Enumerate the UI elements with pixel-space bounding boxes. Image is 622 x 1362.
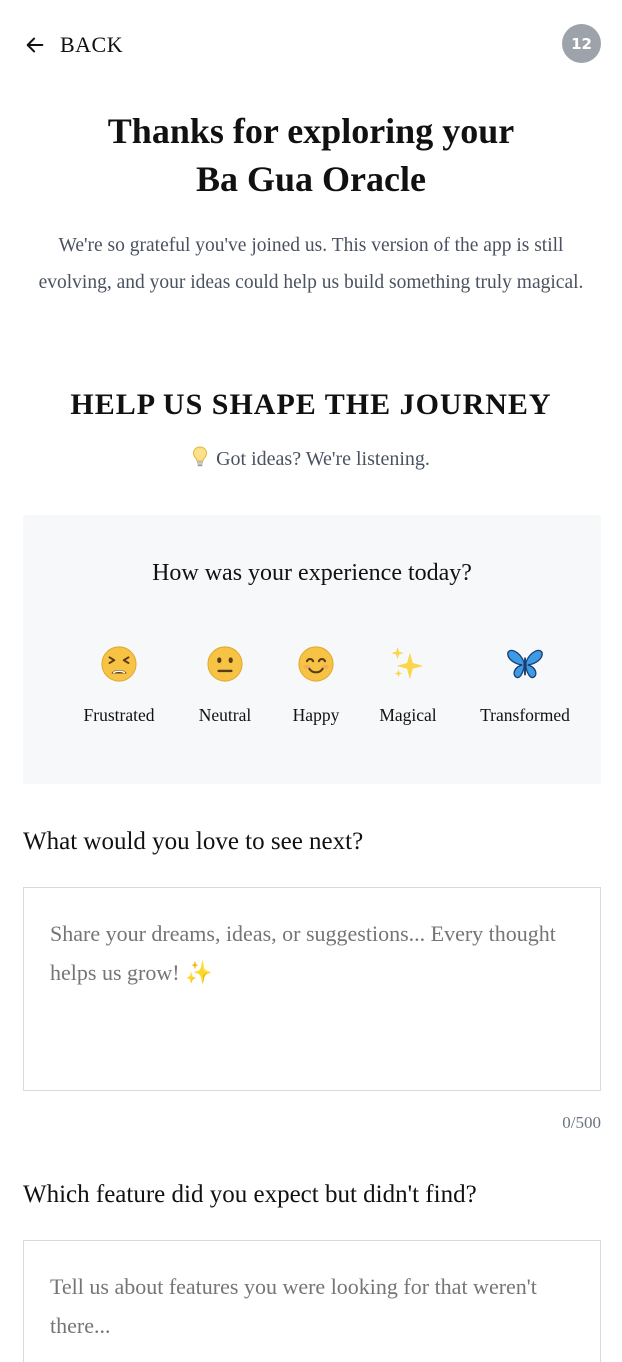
mood-label: Magical (379, 705, 437, 725)
page-title: Thanks for exploring your Ba Gua Oracle (0, 107, 622, 203)
sparkles-icon (391, 646, 424, 680)
mood-option-frustrated[interactable]: Frustrated (76, 645, 162, 726)
back-label: BACK (60, 32, 124, 57)
mood-option-transformed[interactable]: Transformed (473, 645, 577, 726)
experience-card: How was your experience today? Frustrate… (23, 515, 601, 784)
mood-label: Happy (292, 705, 340, 725)
mood-label: Frustrated (83, 705, 155, 725)
mood-option-happy[interactable]: Happy (288, 645, 344, 726)
missing-feature-label: Which feature did you expect but didn't … (23, 1181, 477, 1208)
mood-option-magical[interactable]: Magical (375, 645, 441, 726)
title-line-1: Thanks for exploring your (107, 111, 515, 151)
arrow-left-icon (26, 37, 44, 53)
notification-badge[interactable]: 12 (562, 24, 601, 63)
next-feedback-input[interactable] (23, 887, 601, 1091)
intro-text: We're so grateful you've joined us. This… (38, 235, 584, 293)
frustrated-face-icon (101, 646, 137, 682)
mood-option-neutral[interactable]: Neutral (193, 645, 257, 726)
mood-label: Transformed (480, 705, 570, 725)
section-heading: HELP US SHAPE THE JOURNEY (70, 388, 552, 421)
neutral-face-icon (207, 646, 243, 682)
butterfly-icon (507, 649, 543, 679)
character-counter: 0/500 (562, 1113, 601, 1132)
top-bar: BACK 12 (0, 0, 622, 90)
missing-feature-input[interactable] (23, 1240, 601, 1362)
section-subheading: Got ideas? We're listening. (0, 446, 622, 471)
title-line-2: Ba Gua Oracle (196, 159, 426, 199)
lightbulb-icon (193, 446, 208, 467)
subheading-text: Got ideas? We're listening. (216, 448, 430, 470)
mood-label: Neutral (198, 705, 252, 725)
next-feedback-label: What would you love to see next? (23, 828, 364, 855)
smiling-face-icon (298, 646, 334, 682)
experience-question: How was your experience today? (152, 560, 472, 586)
back-button[interactable]: BACK (24, 30, 123, 60)
